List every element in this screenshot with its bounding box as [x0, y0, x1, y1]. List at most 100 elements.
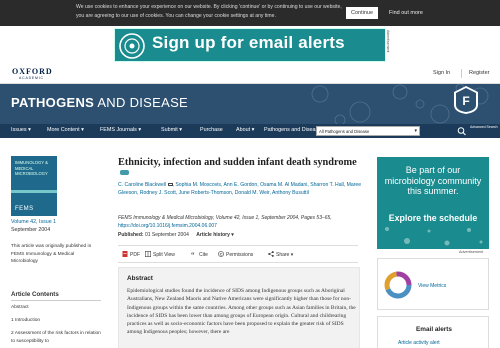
email-alerts-heading: Email alerts	[416, 326, 452, 333]
cookie-banner: We use cookies to enhance your experienc…	[0, 0, 500, 26]
nav-purchase[interactable]: Purchase	[200, 127, 223, 133]
author-link[interactable]: Rodney J. Scott	[140, 190, 176, 196]
original-publication-note: This article was originally published in…	[11, 244, 92, 264]
register-link[interactable]: Register	[469, 70, 489, 76]
nav-submit[interactable]: Submit ▾	[161, 127, 182, 133]
author-link[interactable]: Sharron T. Hall	[310, 182, 344, 188]
article-contents-heading: Article Contents	[11, 291, 59, 298]
top-bar: OXFORD ACADEMIC Sign In Register	[0, 64, 500, 84]
journal-title-part-b: AND DISEASE	[94, 95, 189, 110]
cover-stripe	[11, 190, 57, 193]
publisher-name: OXFORD	[12, 67, 53, 76]
abstract-section: Abstract Epidemiological studies found t…	[118, 267, 360, 348]
share-label: Share ▾	[276, 252, 294, 258]
permissions-icon: C	[218, 251, 224, 257]
cite-button[interactable]: “ Cite	[191, 251, 208, 258]
article-history-dropdown[interactable]: Article history ▾	[196, 232, 234, 238]
right-ad-cta: Explore the schedule	[388, 213, 478, 223]
main-navigation: Issues ▾ More Content ▾ FEMS Journals ▾ …	[0, 124, 500, 138]
author-link[interactable]: C. Caroline Blackwell	[118, 182, 166, 188]
journal-header: PATHOGENS AND DISEASE	[0, 84, 500, 124]
permissions-button[interactable]: C Permissions	[218, 251, 253, 258]
contents-divider	[11, 300, 101, 301]
ad-banner-text: Sign up for email alerts	[152, 33, 345, 52]
svg-text:F: F	[462, 94, 469, 108]
view-metrics-link[interactable]: View Metrics	[418, 283, 446, 289]
article-toolbar: PDF Split View “ Cite C Permissions Share …	[118, 245, 358, 263]
citation-text: FEMS Immunology & Medical Microbiology, …	[118, 215, 332, 221]
pdf-icon	[122, 251, 128, 257]
fems-logo-icon	[119, 33, 145, 59]
journal-title-part-a: PATHOGENS	[11, 95, 95, 110]
svg-text:“: “	[191, 251, 195, 257]
sign-in-link[interactable]: Sign In	[433, 70, 450, 76]
author-link[interactable]: Sophia M. Moscovis	[175, 182, 221, 188]
right-ad-text: Be part of our microbiology community th…	[384, 165, 482, 196]
quote-icon: “	[191, 251, 195, 257]
nav-more-content-label: More Content	[47, 127, 80, 133]
nav-more-content[interactable]: More Content ▾	[47, 127, 84, 133]
split-view-icon	[145, 251, 151, 257]
search-scope-select[interactable]: All Pathogens and Disease ▾	[316, 126, 420, 136]
author-link[interactable]: Donald M. Weir	[235, 190, 270, 196]
published-date: 01 September 2004	[144, 232, 189, 238]
author-link[interactable]: June Roberts-Thomson	[179, 190, 232, 196]
contents-item-risk-factors[interactable]: 2 Assessment of the risk factors in rela…	[11, 330, 103, 346]
citation: FEMS Immunology & Medical Microbiology, …	[118, 214, 358, 230]
oxford-academic-logo[interactable]: OXFORD ACADEMIC	[12, 67, 53, 80]
cookie-find-out-more-link[interactable]: Find out more	[389, 7, 423, 19]
search-scope-value: All Pathogens and Disease	[319, 128, 370, 134]
email-alerts-ad-banner[interactable]: Sign up for email alerts	[114, 28, 386, 62]
advertisement-label: Advertisement	[386, 30, 390, 53]
altmetric-donut-icon[interactable]	[384, 271, 412, 299]
permissions-label: Permissions	[226, 252, 254, 258]
split-view-label: Split View	[153, 252, 175, 258]
microbiology-community-ad[interactable]: Be part of our microbiology community th…	[377, 157, 489, 249]
published-line: Published: 01 September 2004 Article his…	[118, 232, 234, 238]
author-list: C. Caroline Blackwell , Sophia M. Moscov…	[118, 182, 362, 197]
doi-link[interactable]: https://doi.org/10.1016/j.femsim.2004.06…	[118, 223, 217, 229]
right-ad-label: Advertisement	[459, 250, 484, 254]
nav-fems-journals[interactable]: FEMS Journals ▾	[100, 127, 141, 133]
share-icon	[268, 251, 274, 257]
svg-text:C: C	[220, 252, 223, 257]
article-title: Ethnicity, infection and sudden infant d…	[118, 157, 358, 180]
cover-brand: FEMS	[15, 206, 34, 212]
cookie-message: We use cookies to enhance your experienc…	[76, 4, 342, 19]
journal-title[interactable]: PATHOGENS AND DISEASE	[11, 95, 188, 110]
chevron-down-icon: ▾	[414, 128, 417, 134]
share-button[interactable]: Share ▾	[268, 251, 293, 258]
email-alerts-panel: Email alerts Article activity alert	[377, 316, 489, 348]
altmetric-panel: View Metrics	[377, 258, 489, 310]
author-link[interactable]: Osama M. Al Madani	[260, 182, 307, 188]
contents-item-abstract[interactable]: Abstract	[11, 304, 103, 312]
pdf-label: PDF	[130, 252, 140, 258]
dots-pattern-icon	[385, 227, 483, 246]
nav-fems-journals-label: FEMS Journals	[100, 127, 137, 133]
published-label: Published:	[118, 232, 144, 238]
issue-volume-link[interactable]: Volume 42, Issue 1	[11, 219, 56, 225]
article-title-text: Ethnicity, infection and sudden infant d…	[118, 157, 357, 168]
article-activity-alert-link[interactable]: Article activity alert	[398, 340, 440, 346]
envelope-icon[interactable]	[167, 182, 173, 186]
author-link[interactable]: Anthony Busuttil	[272, 190, 309, 196]
journal-cover-image[interactable]: IMMUNOLOGY & MEDICAL MICROBIOLOGY FEMS	[11, 156, 57, 216]
advanced-search-link[interactable]: Advanced Search	[470, 125, 498, 130]
contents-item-introduction[interactable]: 1 Introduction	[11, 317, 103, 325]
abstract-heading: Abstract	[127, 275, 153, 282]
cookie-continue-button[interactable]: Continue	[346, 7, 378, 19]
fems-badge-icon[interactable]: F	[452, 85, 480, 115]
author-link[interactable]: Ann E. Gordon	[224, 182, 258, 188]
header-divider	[461, 69, 462, 78]
issue-date: September 2004	[11, 227, 51, 233]
publisher-sub: ACADEMIC	[19, 76, 44, 80]
pdf-button[interactable]: PDF	[122, 251, 140, 258]
nav-about[interactable]: About ▾	[236, 127, 254, 133]
nav-submit-label: Submit	[161, 127, 178, 133]
nav-issues-label: Issues	[11, 127, 27, 133]
cover-title: IMMUNOLOGY & MEDICAL MICROBIOLOGY	[15, 160, 48, 176]
nav-issues[interactable]: Issues ▾	[11, 127, 31, 133]
split-view-button[interactable]: Split View	[145, 251, 175, 258]
search-icon[interactable]	[456, 126, 468, 136]
nav-journal-label: Pathogens and Disease	[264, 127, 322, 133]
